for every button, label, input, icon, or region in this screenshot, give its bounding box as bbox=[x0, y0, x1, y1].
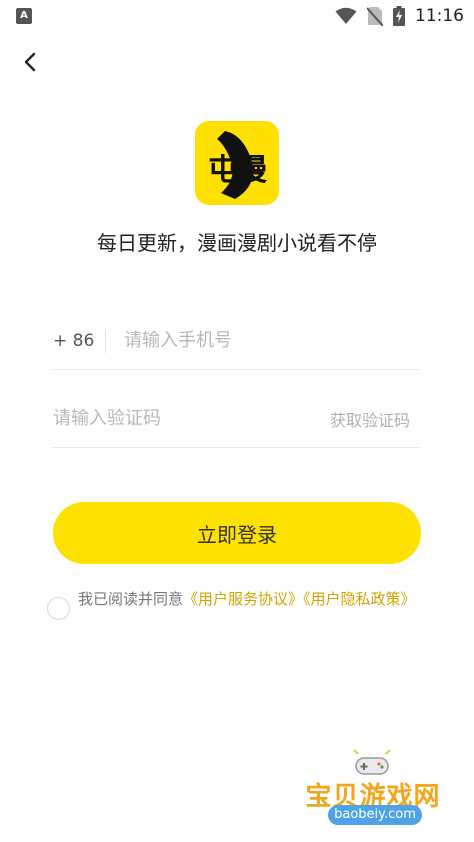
login-button[interactable]: 立即登录 bbox=[53, 502, 421, 564]
status-icons: 11:16 bbox=[335, 4, 464, 28]
country-code[interactable]: + 86 bbox=[53, 331, 105, 351]
status-time: 11:16 bbox=[415, 6, 464, 26]
phone-input[interactable] bbox=[124, 330, 420, 351]
agree-checkbox[interactable] bbox=[47, 597, 70, 620]
user-agreement-link[interactable]: 《用户服务协议》 bbox=[183, 590, 303, 608]
code-input-row: 获取验证码 bbox=[53, 390, 420, 448]
divider bbox=[105, 328, 106, 353]
chevron-left-icon bbox=[24, 52, 36, 72]
watermark-url: baobeiy.com bbox=[328, 805, 422, 825]
gamepad-icon bbox=[353, 750, 391, 775]
status-bar: A 11:16 bbox=[0, 0, 474, 32]
back-button[interactable] bbox=[14, 46, 46, 78]
verification-code-input[interactable] bbox=[53, 408, 330, 429]
phone-input-row: + 86 bbox=[53, 312, 420, 370]
no-sim-icon bbox=[367, 7, 383, 26]
app-logo-text: 屯漫 bbox=[208, 153, 267, 188]
app-logo: 屯漫 bbox=[195, 121, 279, 205]
tagline: 每日更新，漫画漫剧小说看不停 bbox=[97, 231, 377, 255]
get-code-button[interactable]: 获取验证码 bbox=[330, 407, 410, 431]
agreement-prefix: 我已阅读并同意 bbox=[78, 590, 184, 608]
app-notification-icon: A bbox=[16, 8, 32, 24]
watermark: 宝贝游戏网 baobeiy.com bbox=[298, 748, 448, 834]
battery-charging-icon bbox=[393, 6, 405, 26]
agreement-text: 我已阅读并同意《用户服务协议》《用户隐私政策》 bbox=[78, 588, 424, 610]
wifi-icon bbox=[335, 7, 357, 24]
privacy-policy-link[interactable]: 《用户隐私政策》 bbox=[303, 590, 416, 608]
